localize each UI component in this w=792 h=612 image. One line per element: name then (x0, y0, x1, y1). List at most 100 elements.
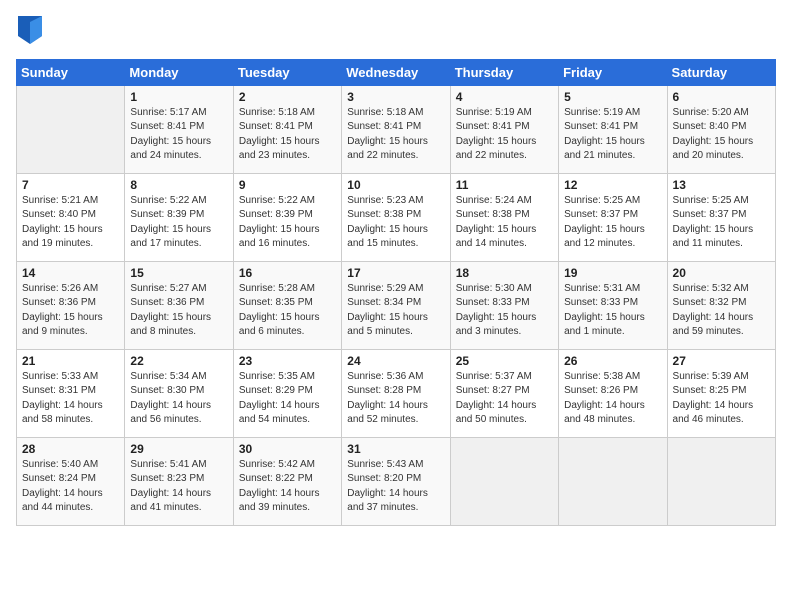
calendar-cell: 8 Sunrise: 5:22 AM Sunset: 8:39 PM Daylig… (125, 173, 233, 261)
day-info: Sunrise: 5:41 AM Sunset: 8:23 PM Dayligh… (130, 458, 227, 516)
day-number: 28 (22, 442, 119, 456)
weekday-header-row: SundayMondayTuesdayWednesdayThursdayFrid… (17, 59, 776, 85)
calendar-cell: 24 Sunrise: 5:36 AM Sunset: 8:28 PM Dayli… (342, 349, 450, 437)
calendar-cell: 5 Sunrise: 5:19 AM Sunset: 8:41 PM Daylig… (559, 85, 667, 173)
day-number: 25 (456, 354, 553, 368)
day-info: Sunrise: 5:22 AM Sunset: 8:39 PM Dayligh… (130, 194, 227, 252)
calendar-cell: 16 Sunrise: 5:28 AM Sunset: 8:35 PM Dayli… (233, 261, 341, 349)
day-number: 21 (22, 354, 119, 368)
calendar-cell: 9 Sunrise: 5:22 AM Sunset: 8:39 PM Daylig… (233, 173, 341, 261)
calendar-cell: 31Sunrise: 5:43 AM Sunset: 8:20 PM Dayli… (342, 437, 450, 525)
day-info: Sunrise: 5:21 AM Sunset: 8:40 PM Dayligh… (22, 194, 119, 252)
day-number: 5 (564, 90, 661, 104)
day-info: Sunrise: 5:43 AM Sunset: 8:20 PM Dayligh… (347, 458, 444, 516)
day-number: 24 (347, 354, 444, 368)
weekday-header-wednesday: Wednesday (342, 59, 450, 85)
header (16, 16, 776, 49)
day-info: Sunrise: 5:38 AM Sunset: 8:26 PM Dayligh… (564, 370, 661, 428)
calendar-cell: 26 Sunrise: 5:38 AM Sunset: 8:26 PM Dayli… (559, 349, 667, 437)
day-info: Sunrise: 5:19 AM Sunset: 8:41 PM Dayligh… (564, 106, 661, 164)
calendar-cell (450, 437, 558, 525)
calendar-cell: 28 Sunrise: 5:40 AM Sunset: 8:24 PM Dayli… (17, 437, 125, 525)
calendar-cell: 27 Sunrise: 5:39 AM Sunset: 8:25 PM Dayli… (667, 349, 775, 437)
day-number: 18 (456, 266, 553, 280)
day-info: Sunrise: 5:37 AM Sunset: 8:27 PM Dayligh… (456, 370, 553, 428)
day-info: Sunrise: 5:18 AM Sunset: 8:41 PM Dayligh… (347, 106, 444, 164)
day-number: 23 (239, 354, 336, 368)
day-number: 16 (239, 266, 336, 280)
day-number: 10 (347, 178, 444, 192)
weekday-header-sunday: Sunday (17, 59, 125, 85)
calendar-cell: 17Sunrise: 5:29 AM Sunset: 8:34 PM Dayli… (342, 261, 450, 349)
day-number: 19 (564, 266, 661, 280)
day-info: Sunrise: 5:28 AM Sunset: 8:35 PM Dayligh… (239, 282, 336, 340)
day-info: Sunrise: 5:22 AM Sunset: 8:39 PM Dayligh… (239, 194, 336, 252)
calendar-cell: 21Sunrise: 5:33 AM Sunset: 8:31 PM Dayli… (17, 349, 125, 437)
calendar-cell: 22Sunrise: 5:34 AM Sunset: 8:30 PM Dayli… (125, 349, 233, 437)
weekday-header-tuesday: Tuesday (233, 59, 341, 85)
calendar-cell: 6 Sunrise: 5:20 AM Sunset: 8:40 PM Daylig… (667, 85, 775, 173)
day-info: Sunrise: 5:42 AM Sunset: 8:22 PM Dayligh… (239, 458, 336, 516)
day-info: Sunrise: 5:26 AM Sunset: 8:36 PM Dayligh… (22, 282, 119, 340)
calendar-week-4: 21Sunrise: 5:33 AM Sunset: 8:31 PM Dayli… (17, 349, 776, 437)
calendar-cell: 12 Sunrise: 5:25 AM Sunset: 8:37 PM Dayli… (559, 173, 667, 261)
calendar-cell: 20 Sunrise: 5:32 AM Sunset: 8:32 PM Dayli… (667, 261, 775, 349)
day-info: Sunrise: 5:31 AM Sunset: 8:33 PM Dayligh… (564, 282, 661, 340)
day-number: 26 (564, 354, 661, 368)
day-number: 1 (130, 90, 227, 104)
calendar-week-5: 28 Sunrise: 5:40 AM Sunset: 8:24 PM Dayli… (17, 437, 776, 525)
day-info: Sunrise: 5:18 AM Sunset: 8:41 PM Dayligh… (239, 106, 336, 164)
day-info: Sunrise: 5:32 AM Sunset: 8:32 PM Dayligh… (673, 282, 770, 340)
calendar-cell: 1Sunrise: 5:17 AM Sunset: 8:41 PM Daylig… (125, 85, 233, 173)
day-info: Sunrise: 5:24 AM Sunset: 8:38 PM Dayligh… (456, 194, 553, 252)
calendar-cell: 4 Sunrise: 5:19 AM Sunset: 8:41 PM Daylig… (450, 85, 558, 173)
day-info: Sunrise: 5:27 AM Sunset: 8:36 PM Dayligh… (130, 282, 227, 340)
day-info: Sunrise: 5:35 AM Sunset: 8:29 PM Dayligh… (239, 370, 336, 428)
weekday-header-thursday: Thursday (450, 59, 558, 85)
calendar-cell (559, 437, 667, 525)
day-number: 12 (564, 178, 661, 192)
day-number: 4 (456, 90, 553, 104)
calendar-week-3: 14 Sunrise: 5:26 AM Sunset: 8:36 PM Dayli… (17, 261, 776, 349)
day-number: 9 (239, 178, 336, 192)
day-number: 20 (673, 266, 770, 280)
calendar-cell (667, 437, 775, 525)
logo-icon (18, 16, 42, 44)
day-info: Sunrise: 5:40 AM Sunset: 8:24 PM Dayligh… (22, 458, 119, 516)
weekday-header-saturday: Saturday (667, 59, 775, 85)
calendar-cell: 7Sunrise: 5:21 AM Sunset: 8:40 PM Daylig… (17, 173, 125, 261)
calendar-cell: 23 Sunrise: 5:35 AM Sunset: 8:29 PM Dayli… (233, 349, 341, 437)
day-info: Sunrise: 5:34 AM Sunset: 8:30 PM Dayligh… (130, 370, 227, 428)
day-number: 8 (130, 178, 227, 192)
calendar-page: SundayMondayTuesdayWednesdayThursdayFrid… (0, 0, 792, 612)
calendar-cell: 18Sunrise: 5:30 AM Sunset: 8:33 PM Dayli… (450, 261, 558, 349)
day-info: Sunrise: 5:19 AM Sunset: 8:41 PM Dayligh… (456, 106, 553, 164)
day-info: Sunrise: 5:36 AM Sunset: 8:28 PM Dayligh… (347, 370, 444, 428)
calendar-cell: 14 Sunrise: 5:26 AM Sunset: 8:36 PM Dayli… (17, 261, 125, 349)
calendar-cell (17, 85, 125, 173)
calendar-cell: 13Sunrise: 5:25 AM Sunset: 8:37 PM Dayli… (667, 173, 775, 261)
day-number: 13 (673, 178, 770, 192)
day-number: 27 (673, 354, 770, 368)
weekday-header-monday: Monday (125, 59, 233, 85)
calendar-cell: 15 Sunrise: 5:27 AM Sunset: 8:36 PM Dayli… (125, 261, 233, 349)
calendar-table: SundayMondayTuesdayWednesdayThursdayFrid… (16, 59, 776, 526)
calendar-week-1: 1Sunrise: 5:17 AM Sunset: 8:41 PM Daylig… (17, 85, 776, 173)
logo (16, 16, 42, 49)
calendar-week-2: 7Sunrise: 5:21 AM Sunset: 8:40 PM Daylig… (17, 173, 776, 261)
day-number: 3 (347, 90, 444, 104)
day-info: Sunrise: 5:20 AM Sunset: 8:40 PM Dayligh… (673, 106, 770, 164)
day-info: Sunrise: 5:39 AM Sunset: 8:25 PM Dayligh… (673, 370, 770, 428)
day-number: 11 (456, 178, 553, 192)
calendar-cell: 19 Sunrise: 5:31 AM Sunset: 8:33 PM Dayli… (559, 261, 667, 349)
day-number: 17 (347, 266, 444, 280)
calendar-cell: 11 Sunrise: 5:24 AM Sunset: 8:38 PM Dayli… (450, 173, 558, 261)
weekday-header-friday: Friday (559, 59, 667, 85)
day-info: Sunrise: 5:23 AM Sunset: 8:38 PM Dayligh… (347, 194, 444, 252)
day-number: 15 (130, 266, 227, 280)
day-number: 6 (673, 90, 770, 104)
day-number: 14 (22, 266, 119, 280)
calendar-cell: 2Sunrise: 5:18 AM Sunset: 8:41 PM Daylig… (233, 85, 341, 173)
day-info: Sunrise: 5:25 AM Sunset: 8:37 PM Dayligh… (564, 194, 661, 252)
day-number: 30 (239, 442, 336, 456)
